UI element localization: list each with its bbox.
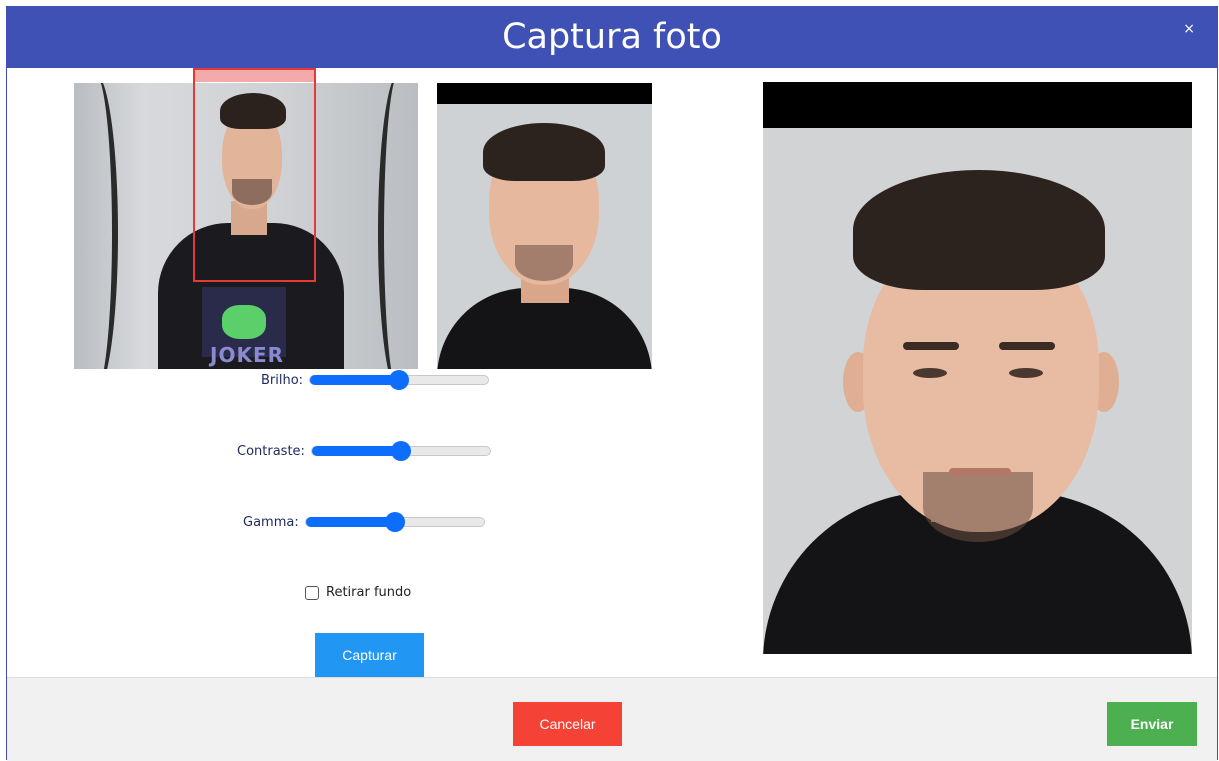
close-icon[interactable]: × bbox=[1183, 21, 1195, 37]
captured-person-mouth bbox=[949, 468, 1011, 476]
captured-photo bbox=[763, 82, 1192, 654]
brightness-control: Brilho: bbox=[261, 370, 490, 390]
captured-person-eye-right bbox=[1009, 368, 1043, 378]
contrast-slider[interactable] bbox=[310, 441, 491, 461]
captured-person-eyebrow-left bbox=[903, 342, 959, 350]
captured-photo-black-bar bbox=[763, 82, 1192, 128]
camera-shirt-text: JOKER bbox=[210, 343, 285, 367]
camera-shirt-graphic bbox=[222, 305, 266, 339]
face-detection-box[interactable] bbox=[193, 68, 316, 282]
brightness-label: Brilho: bbox=[261, 372, 304, 388]
dialog-title: Captura foto bbox=[502, 17, 722, 57]
remove-background-checkbox[interactable] bbox=[305, 585, 319, 600]
gamma-slider-fill bbox=[305, 517, 395, 527]
remove-background-label[interactable]: Retirar fundo bbox=[326, 585, 411, 600]
gamma-control: Gamma: bbox=[243, 512, 485, 532]
crop-person-beard bbox=[515, 245, 573, 281]
dialog-footer: Cancelar Enviar bbox=[7, 677, 1217, 761]
camera-door-frame-right bbox=[378, 83, 418, 369]
captured-person-hair bbox=[853, 170, 1105, 290]
contrast-control: Contraste: bbox=[237, 441, 491, 461]
gamma-slider-handle[interactable] bbox=[384, 512, 405, 532]
contrast-label: Contraste: bbox=[237, 443, 305, 459]
camera-door-frame-left bbox=[74, 83, 118, 369]
captured-person-eyebrow-right bbox=[999, 342, 1055, 350]
capture-photo-dialog: Captura foto × JOKER Brilho: Contraste: … bbox=[6, 6, 1218, 761]
contrast-slider-handle[interactable] bbox=[390, 441, 411, 461]
remove-background-option[interactable]: Retirar fundo bbox=[305, 585, 411, 600]
contrast-slider-fill bbox=[311, 446, 401, 456]
crop-preview-black-bar bbox=[437, 83, 652, 104]
gamma-label: Gamma: bbox=[243, 514, 299, 530]
capture-button[interactable]: Capturar bbox=[315, 633, 424, 677]
cancel-button[interactable]: Cancelar bbox=[513, 702, 622, 746]
crop-preview bbox=[437, 83, 652, 369]
crop-person-hair bbox=[483, 123, 605, 181]
brightness-slider-fill bbox=[310, 375, 400, 385]
dialog-header: Captura foto × bbox=[7, 7, 1217, 68]
brightness-slider[interactable] bbox=[309, 370, 490, 390]
brightness-slider-handle[interactable] bbox=[389, 370, 410, 390]
gamma-slider[interactable] bbox=[304, 512, 485, 532]
captured-person-eye-left bbox=[913, 368, 947, 378]
send-button[interactable]: Enviar bbox=[1107, 702, 1197, 746]
captured-person-beard bbox=[923, 472, 1033, 542]
